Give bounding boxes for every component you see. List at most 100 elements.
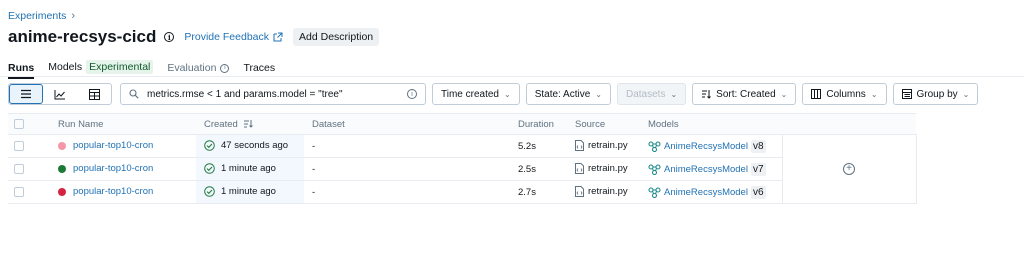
table-header-row: Run Name Created Dataset Duration Source…: [8, 113, 916, 135]
success-check-icon: [204, 186, 215, 198]
header-dataset[interactable]: Dataset: [304, 113, 518, 135]
group-by-dropdown[interactable]: Group by ⌄: [892, 83, 979, 105]
run-search-input[interactable]: metrics.rmse < 1 and params.model = "tre…: [120, 83, 426, 105]
model-icon: [648, 163, 661, 175]
file-code-icon: [575, 140, 584, 152]
model-version-badge[interactable]: v7: [750, 162, 766, 176]
add-description-button[interactable]: Add Description: [293, 28, 380, 46]
chevron-down-icon: ⌄: [780, 89, 788, 99]
header-add-column: [782, 113, 916, 135]
tab-models-label: Models: [48, 61, 83, 73]
table-view-button[interactable]: [9, 84, 43, 104]
header-run-name[interactable]: Run Name: [58, 113, 196, 135]
model-version-badge[interactable]: v6: [750, 185, 766, 199]
tabs-divider: [0, 76, 1024, 77]
run-name-cell: popular-top10-cron: [58, 134, 196, 158]
created-time: 1 minute ago: [221, 163, 276, 175]
run-name-link[interactable]: popular-top10-cron: [73, 163, 153, 174]
state-filter[interactable]: State: Active ⌄: [525, 83, 611, 105]
created-cell: 47 seconds ago: [196, 134, 304, 158]
chevron-down-icon: ⌄: [503, 89, 511, 99]
sort-descending-icon: [244, 120, 254, 129]
columns-label: Columns: [826, 88, 866, 100]
source-cell: retrain.py: [575, 157, 648, 181]
group-icon: [901, 89, 912, 99]
created-time: 47 seconds ago: [221, 140, 289, 152]
list-icon: [21, 89, 31, 99]
columns-icon: [811, 89, 822, 99]
breadcrumb: Experiments ›: [8, 10, 75, 22]
source-link[interactable]: retrain.py: [588, 164, 628, 175]
row-checkbox[interactable]: [14, 163, 24, 174]
run-color-dot[interactable]: [58, 187, 66, 196]
dataset-cell: -: [304, 134, 518, 158]
row-select-cell: [8, 180, 58, 204]
search-info-icon[interactable]: i: [407, 89, 417, 99]
datasets-filter[interactable]: Datasets ⌄: [616, 83, 687, 105]
model-icon: [648, 186, 661, 198]
chevron-down-icon: ⌄: [870, 89, 878, 99]
external-link-icon: [273, 32, 283, 42]
success-check-icon: [204, 163, 215, 175]
duration-cell: 2.7s: [518, 180, 575, 204]
tab-traces[interactable]: Traces: [243, 62, 275, 74]
columns-dropdown[interactable]: Columns ⌄: [802, 83, 887, 105]
chart-view-button[interactable]: [43, 84, 77, 104]
tab-runs-label: Runs: [8, 62, 35, 74]
row-select-cell: [8, 134, 58, 158]
model-link[interactable]: AnimeRecsysModel: [664, 141, 748, 152]
run-name-link[interactable]: popular-top10-cron: [73, 140, 153, 151]
source-cell: retrain.py: [575, 134, 648, 158]
sort-dropdown[interactable]: Sort: Created ⌄: [692, 83, 797, 105]
header-source[interactable]: Source: [575, 113, 648, 135]
models-cell: AnimeRecsysModel v7: [648, 157, 782, 181]
view-mode-toggle: [8, 83, 112, 105]
time-created-filter[interactable]: Time created ⌄: [432, 83, 520, 105]
header-created[interactable]: Created: [196, 113, 304, 135]
models-cell: AnimeRecsysModel v8: [648, 134, 782, 158]
provide-feedback-link[interactable]: Provide Feedback: [184, 31, 283, 43]
source-link[interactable]: retrain.py: [588, 141, 628, 152]
artifact-view-button[interactable]: [77, 84, 111, 104]
row-checkbox[interactable]: [14, 186, 24, 197]
add-column-plus-icon[interactable]: +: [843, 163, 855, 175]
table-row[interactable]: popular-top10-cron 1 minute ago - 2.7s r…: [8, 180, 916, 204]
source-cell: retrain.py: [575, 180, 648, 204]
tab-evaluation-label: Evaluation: [167, 62, 217, 74]
model-link[interactable]: AnimeRecsysModel: [664, 187, 748, 198]
dataset-cell: -: [304, 157, 518, 181]
datasets-label: Datasets: [625, 88, 666, 100]
success-check-icon: [204, 140, 215, 152]
run-color-dot[interactable]: [58, 164, 66, 173]
header-duration[interactable]: Duration: [518, 113, 575, 135]
header-created-label: Created: [204, 118, 238, 130]
sort-icon: [702, 90, 712, 99]
source-link[interactable]: retrain.py: [588, 187, 628, 198]
run-name-link[interactable]: popular-top10-cron: [73, 186, 153, 197]
model-version-badge[interactable]: v8: [750, 139, 766, 153]
row-checkbox[interactable]: [14, 140, 24, 151]
run-name-cell: popular-top10-cron: [58, 180, 196, 204]
created-time: 1 minute ago: [221, 186, 276, 198]
run-color-dot[interactable]: [58, 141, 66, 150]
experimental-badge: Experimental: [86, 60, 154, 74]
file-code-icon: [575, 163, 584, 175]
breadcrumb-separator: ›: [71, 10, 76, 22]
info-icon[interactable]: i: [164, 32, 175, 42]
sort-label: Sort: Created: [716, 88, 776, 100]
table-row[interactable]: popular-top10-cron 1 minute ago - 2.5s r…: [8, 157, 916, 181]
tab-models[interactable]: Models Experimental: [48, 60, 154, 74]
model-link[interactable]: AnimeRecsysModel: [664, 164, 748, 175]
select-all-checkbox[interactable]: [14, 118, 24, 129]
search-icon: [129, 89, 139, 99]
search-query: metrics.rmse < 1 and params.model = "tre…: [147, 88, 343, 100]
table-row[interactable]: popular-top10-cron 47 seconds ago - 5.2s…: [8, 134, 917, 204]
header-models[interactable]: Models: [648, 113, 782, 135]
models-cell: AnimeRecsysModel v6: [648, 180, 782, 204]
breadcrumb-experiments-link[interactable]: Experiments: [8, 10, 66, 22]
chevron-down-icon: ⌄: [595, 89, 602, 99]
tab-runs[interactable]: Runs: [8, 62, 35, 79]
tab-evaluation[interactable]: Evaluation i: [167, 62, 230, 74]
chevron-down-icon: ⌄: [962, 89, 970, 99]
duration-cell: 5.2s: [518, 134, 575, 158]
